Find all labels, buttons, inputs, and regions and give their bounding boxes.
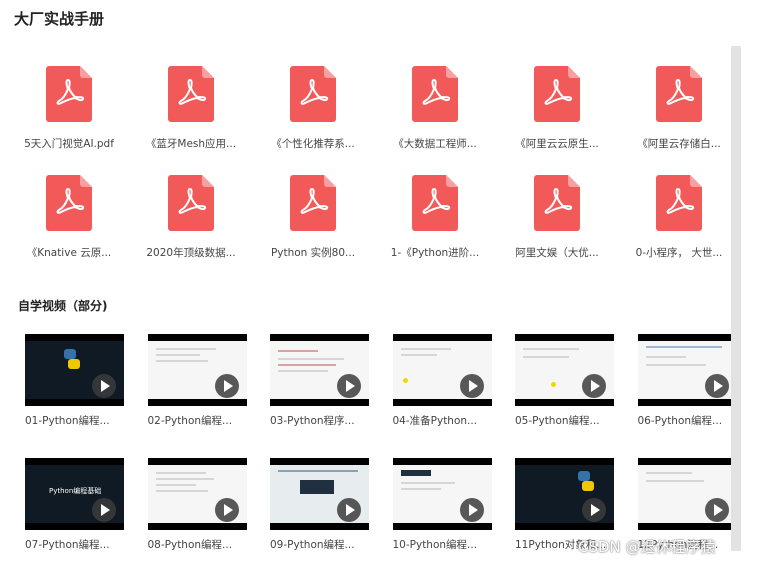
pdf-icon [656,66,702,122]
file-name: 《阿里云存储白... [637,138,721,150]
page-title: 大厂实战手册 [14,10,105,28]
pdf-icon [412,66,458,122]
play-icon[interactable] [337,498,361,522]
video-item[interactable]: 10-Python编程... [392,458,493,552]
video-thumbnail[interactable]: Python编程基础 [25,458,124,530]
video-name: 10-Python编程... [392,539,478,551]
video-name: 05-Python编程... [515,415,600,427]
pdf-icon [46,175,92,231]
video-thumbnail[interactable] [392,334,492,406]
play-icon[interactable] [582,374,606,398]
play-icon[interactable] [214,498,239,522]
file-item[interactable]: 《Knative 云原... [8,175,130,260]
file-name: 《大数据工程师... [393,138,477,150]
video-item[interactable]: Python编程基础 07-Python编程... [25,458,125,552]
file-grid: 5天入门视觉AI.pdf 《蓝牙Mesh应用... 《个性化推荐系... 《大数… [8,66,734,260]
file-item[interactable]: 5天入门视觉AI.pdf [8,66,130,151]
file-item[interactable]: 1-《Python进阶... [374,175,496,260]
video-thumbnail[interactable] [270,458,369,530]
pdf-icon [46,66,92,122]
video-thumbnail-caption: Python编程基础 [49,487,102,495]
video-name: 02-Python编程... [147,415,233,427]
video-name: 08-Python编程... [147,539,233,551]
file-name: 0-小程序， 大世... [635,247,723,259]
play-icon[interactable] [459,498,484,522]
file-name: Python 实例80... [270,247,356,259]
file-item[interactable]: 《大数据工程师... [374,66,496,151]
file-item[interactable]: 《个性化推荐系... [252,66,374,151]
play-icon[interactable] [704,498,729,522]
video-item[interactable]: 02-Python编程... [147,334,248,428]
file-item[interactable]: 《阿里云云原生... [496,66,618,151]
video-name: 09-Python编程... [270,539,355,551]
video-grid: 01-Python编程... 02-Python编程... 03-Python程… [25,334,738,552]
file-item[interactable]: 《阿里云存储白... [618,66,740,151]
video-item[interactable]: 05-Python编程... [515,334,615,428]
pdf-icon [656,175,702,231]
file-name: 《Knative 云原... [26,247,112,259]
video-thumbnail[interactable] [515,334,614,406]
scrollbar[interactable] [731,46,741,551]
video-thumbnail[interactable] [637,334,737,406]
video-item[interactable]: 09-Python编程... [270,458,370,552]
video-thumbnail[interactable] [515,458,614,530]
pdf-icon [290,175,336,231]
file-item[interactable]: 《蓝牙Mesh应用... [130,66,252,151]
file-item[interactable]: 0-小程序， 大世... [618,175,740,260]
video-name: 03-Python程序... [270,415,355,427]
python-logo-icon [578,471,594,491]
python-logo-icon [64,349,80,369]
video-thumbnail[interactable] [637,458,737,530]
video-name: 04-准备Python... [392,415,478,427]
pdf-icon [290,66,336,122]
video-thumbnail[interactable] [147,334,247,406]
pdf-icon [168,175,214,231]
play-icon[interactable] [337,374,361,398]
pdf-icon [534,66,580,122]
video-name: 01-Python编程... [25,415,110,427]
play-icon[interactable] [92,498,116,522]
play-icon[interactable] [704,374,729,398]
play-icon[interactable] [582,498,606,522]
play-icon[interactable] [92,374,116,398]
file-name: 5天入门视觉AI.pdf [24,138,114,150]
file-name: 1-《Python进阶... [390,247,480,259]
file-name: 《蓝牙Mesh应用... [145,138,237,150]
video-thumbnail[interactable] [392,458,492,530]
video-item[interactable]: 08-Python编程... [147,458,248,552]
file-name: 阿里文娱（大优... [515,247,599,259]
file-name: 2020年顶级数据... [146,247,236,259]
file-item[interactable]: Python 实例80... [252,175,374,260]
pdf-icon [168,66,214,122]
video-item[interactable]: 03-Python程序... [270,334,370,428]
pdf-icon [412,175,458,231]
video-name: 07-Python编程... [25,539,110,551]
video-item[interactable]: 06-Python编程... [637,334,738,428]
watermark: CSDN @退休程序猿 [578,538,716,556]
file-item[interactable]: 阿里文娱（大优... [496,175,618,260]
file-name: 《个性化推荐系... [271,138,355,150]
play-icon[interactable] [214,374,239,398]
video-thumbnail[interactable] [147,458,247,530]
video-item[interactable]: 01-Python编程... [25,334,125,428]
video-thumbnail[interactable] [270,334,369,406]
video-name: 06-Python编程... [637,415,723,427]
video-thumbnail[interactable] [25,334,124,406]
scrollbar-thumb[interactable] [731,46,741,551]
pdf-icon [534,175,580,231]
video-item[interactable]: 04-准备Python... [392,334,493,428]
file-name: 《阿里云云原生... [515,138,599,150]
file-item[interactable]: 2020年顶级数据... [130,175,252,260]
section-title-videos: 自学视频（部分) [18,299,108,313]
play-icon[interactable] [459,374,484,398]
